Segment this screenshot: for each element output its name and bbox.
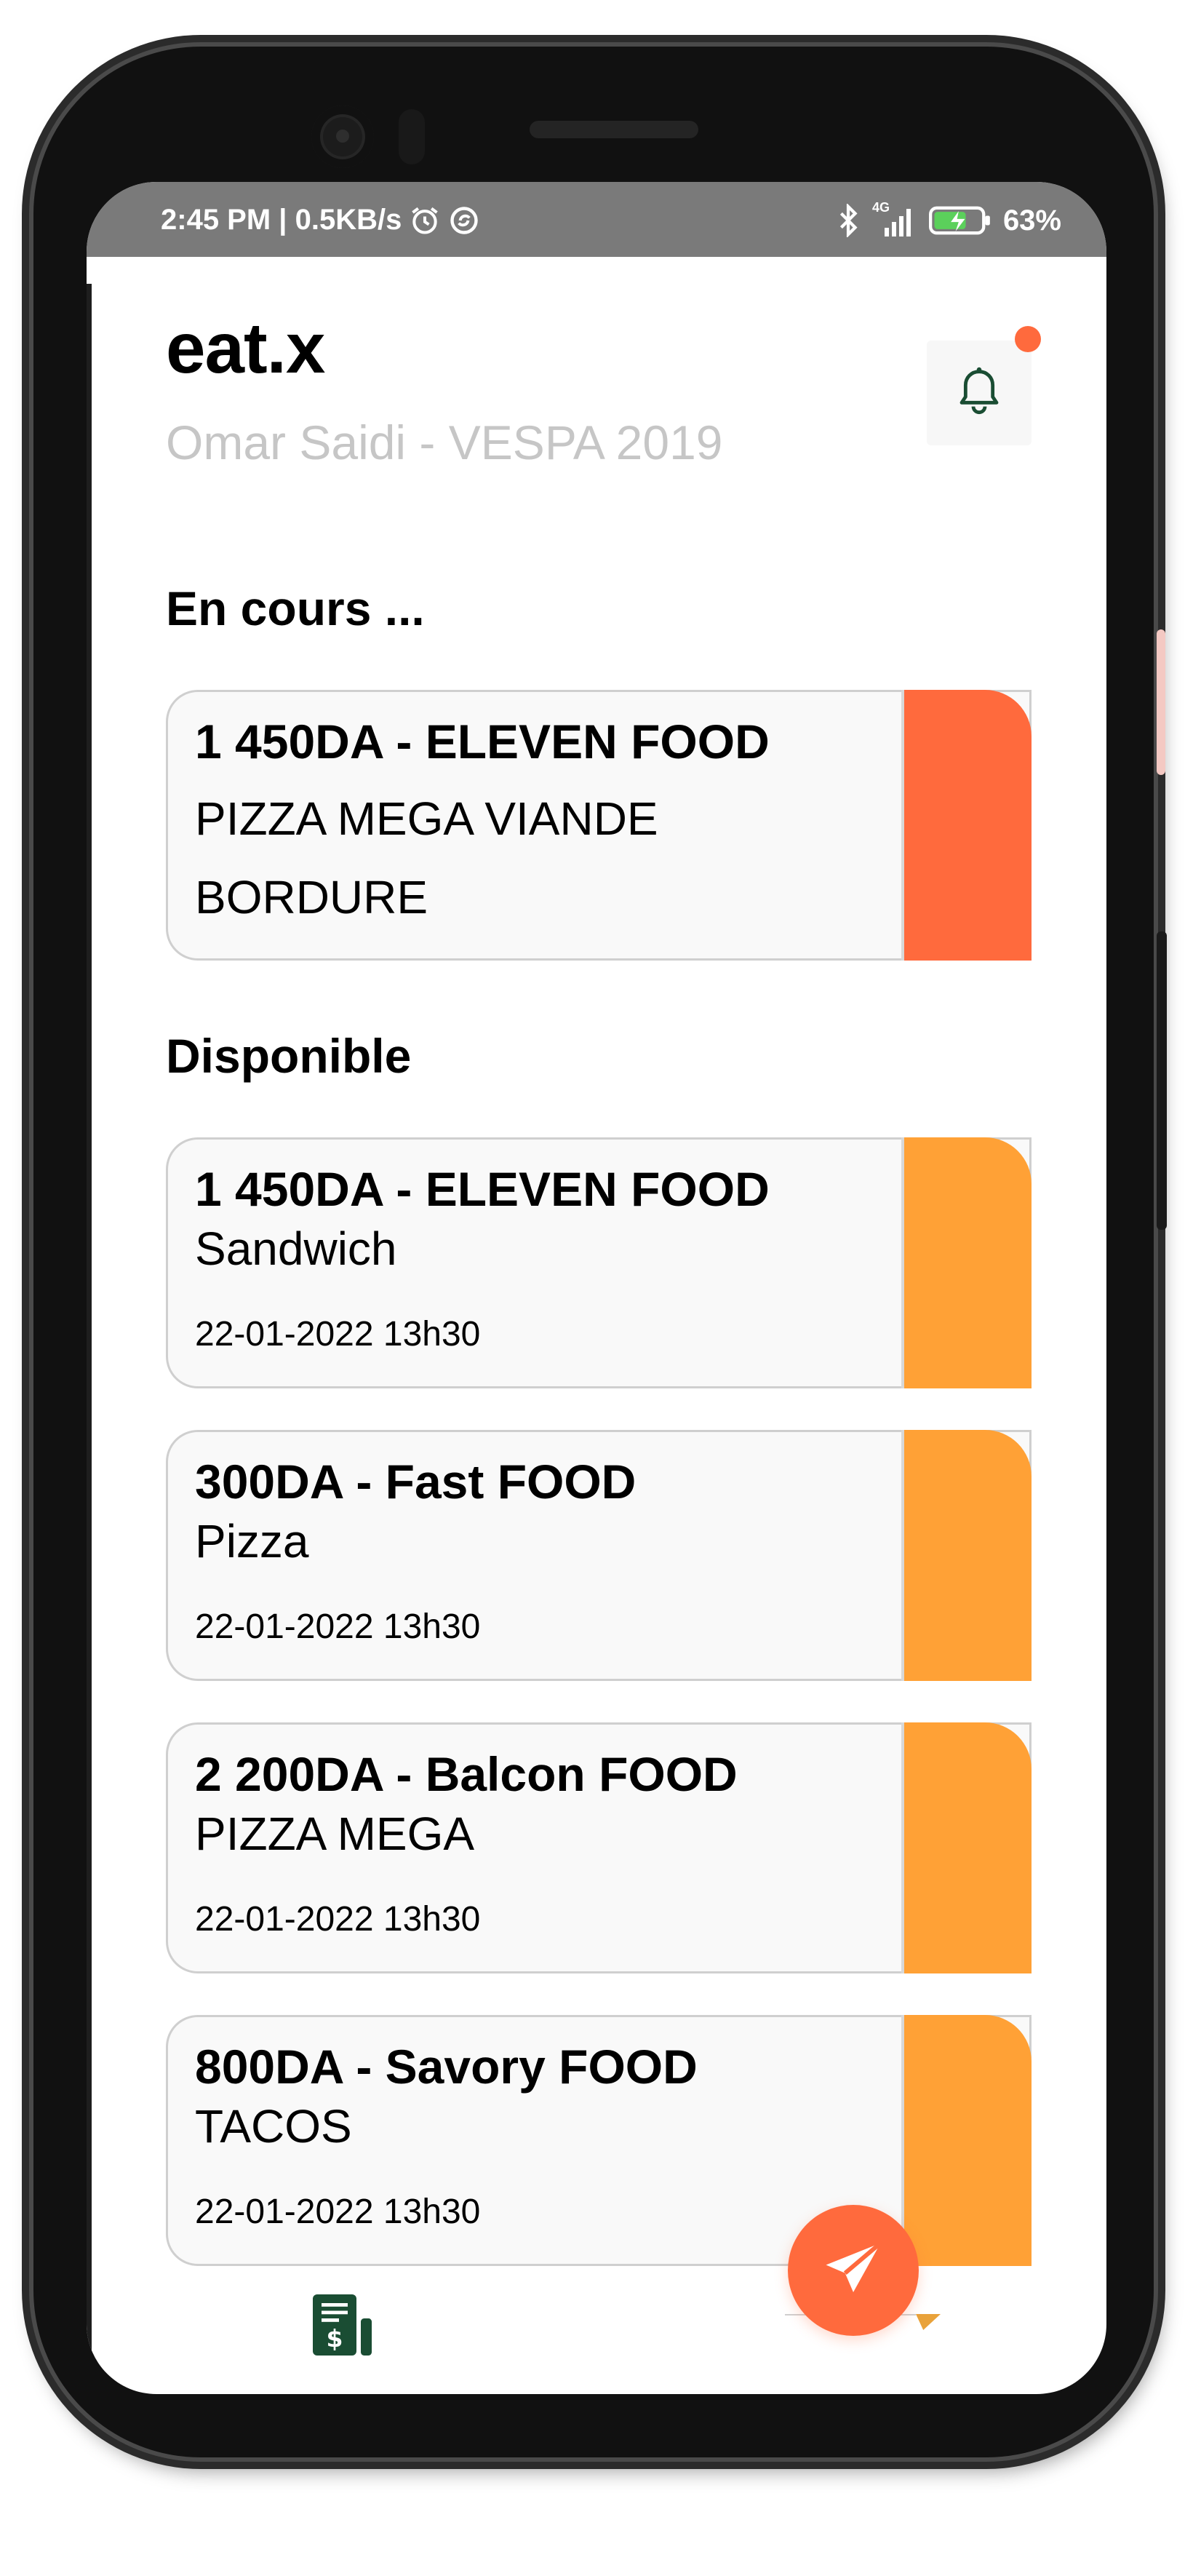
section-title-current: En cours ... (166, 581, 425, 635)
order-item: Sandwich (195, 1223, 397, 1275)
current-order-card[interactable]: 1 450DA - ELEVEN FOOD PIZZA MEGA VIANDE … (166, 690, 1032, 961)
earpiece-speaker (530, 121, 698, 138)
svg-text:$: $ (327, 2324, 343, 2353)
invoice-dollar-icon[interactable]: $ (311, 2292, 376, 2366)
order-item: PIZZA MEGA (195, 1808, 475, 1860)
proximity-sensor (399, 109, 425, 164)
order-item: TACOS (195, 2100, 352, 2152)
battery-charging-icon (928, 204, 991, 236)
order-headline: 2 200DA - Balcon FOOD (195, 1747, 738, 1801)
status-time-speed: 2:45 PM | 0.5KB/s (161, 204, 402, 236)
app-title: eat.x (166, 308, 325, 388)
status-right: 4G 63% (836, 200, 1061, 237)
available-order-card[interactable]: 300DA - Fast FOOD Pizza 22-01-2022 13h30 (166, 1430, 1032, 1681)
app-screen: 2:45 PM | 0.5KB/s 4G 63% eat.x Omar Said… (87, 182, 1106, 2394)
order-date: 22-01-2022 13h30 (195, 1900, 481, 1939)
status-bar: 2:45 PM | 0.5KB/s 4G 63% (87, 182, 1106, 257)
signal-icon: 4G (872, 200, 917, 236)
network-label: 4G (871, 200, 890, 215)
send-button[interactable] (788, 2205, 919, 2336)
order-date: 22-01-2022 13h30 (195, 2193, 481, 2231)
order-status-strip (901, 2015, 1032, 2266)
order-status-strip (901, 1430, 1032, 1681)
sync-icon (448, 204, 480, 236)
order-headline: 1 450DA - ELEVEN FOOD (195, 715, 770, 768)
order-date: 22-01-2022 13h30 (195, 1315, 481, 1353)
alarm-icon (409, 204, 441, 236)
order-headline: 1 450DA - ELEVEN FOOD (195, 1162, 770, 1216)
side-button-power (1157, 931, 1167, 1230)
available-order-card[interactable]: 1 450DA - ELEVEN FOOD Sandwich 22-01-202… (166, 1137, 1032, 1388)
section-title-available: Disponible (166, 1029, 412, 1083)
available-order-card[interactable]: 2 200DA - Balcon FOOD PIZZA MEGA 22-01-2… (166, 1722, 1032, 1973)
order-headline: 300DA - Fast FOOD (195, 1455, 637, 1508)
status-left: 2:45 PM | 0.5KB/s (161, 204, 480, 236)
nav-indicator (916, 2314, 941, 2330)
send-icon (826, 2241, 882, 2292)
side-button-top (1157, 629, 1165, 775)
bell-icon (959, 367, 999, 414)
driver-subtitle: Omar Saidi - VESPA 2019 (166, 416, 723, 469)
order-item: PIZZA MEGA VIANDE BORDURE (195, 792, 658, 923)
battery-percent: 63% (1002, 204, 1061, 236)
order-headline: 800DA - Savory FOOD (195, 2040, 698, 2094)
order-status-strip (901, 690, 1032, 961)
bluetooth-icon (836, 204, 861, 237)
notifications-button[interactable] (927, 341, 1032, 445)
camera-lens (336, 130, 349, 143)
order-status-strip (901, 1722, 1032, 1973)
order-date: 22-01-2022 13h30 (195, 1607, 481, 1646)
order-item: Pizza (195, 1515, 309, 1567)
order-status-strip (901, 1137, 1032, 1388)
screen-edge (87, 284, 92, 2394)
notification-badge (1015, 326, 1041, 352)
